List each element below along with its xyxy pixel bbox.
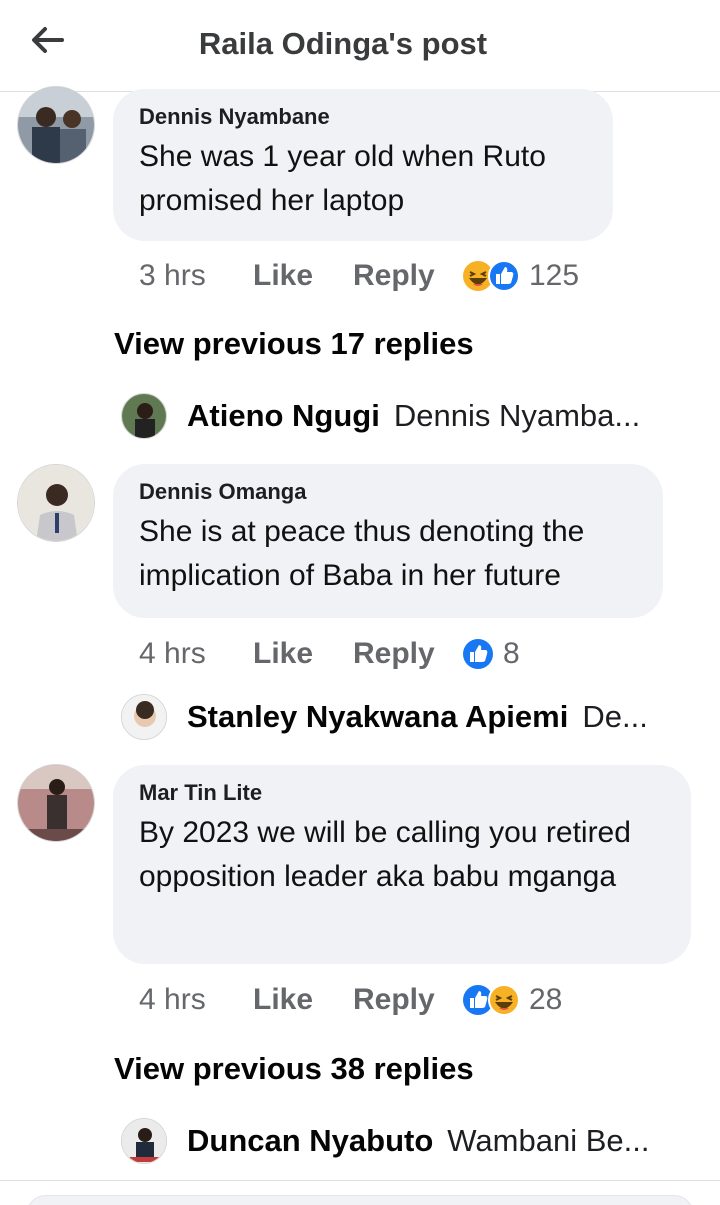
- comment-time[interactable]: 4 hrs: [139, 983, 253, 1017]
- reaction-icons[interactable]: [461, 983, 521, 1017]
- comment-time[interactable]: 3 hrs: [139, 259, 253, 293]
- reply-button[interactable]: Reply: [353, 259, 461, 293]
- reply-author[interactable]: Stanley Nyakwana Apiemi: [187, 699, 568, 735]
- like-button[interactable]: Like: [253, 259, 353, 293]
- like-button[interactable]: Like: [253, 983, 353, 1017]
- comment-composer-bar: [0, 1180, 720, 1205]
- comment-author[interactable]: Mar Tin Lite: [139, 779, 665, 807]
- comment-actions: 3 hrs Like Reply 125: [139, 256, 579, 296]
- reaction-count[interactable]: 8: [503, 637, 520, 671]
- comment-actions: 4 hrs Like Reply 8: [139, 634, 520, 674]
- view-previous-replies[interactable]: View previous 17 replies: [114, 326, 474, 362]
- avatar[interactable]: [121, 694, 167, 740]
- top-bar: Raila Odinga's post: [0, 0, 720, 92]
- page-title: Raila Odinga's post: [198, 26, 488, 61]
- reply-snippet: Wambani Be...: [447, 1123, 650, 1158]
- like-reaction-icon: [463, 639, 493, 669]
- like-button[interactable]: Like: [253, 637, 353, 671]
- reply-preview[interactable]: Atieno Ngugi Dennis Nyamba...: [121, 391, 640, 441]
- avatar[interactable]: [17, 86, 95, 164]
- reply-preview[interactable]: Duncan Nyabuto Wambani Be...: [121, 1116, 649, 1166]
- comment-text: She was 1 year old when Ruto promised he…: [139, 140, 546, 217]
- avatar[interactable]: [17, 464, 95, 542]
- comment-time[interactable]: 4 hrs: [139, 637, 253, 671]
- comment-bubble: Dennis Nyambane She was 1 year old when …: [113, 89, 613, 241]
- reply-snippet: De...: [582, 699, 648, 734]
- view-previous-replies[interactable]: View previous 38 replies: [114, 1051, 474, 1087]
- comment-bubble: Mar Tin Lite By 2023 we will be calling …: [113, 765, 691, 964]
- avatar[interactable]: [17, 764, 95, 842]
- avatar[interactable]: [121, 393, 167, 439]
- reply-author[interactable]: Atieno Ngugi: [187, 398, 380, 434]
- haha-reaction-icon: [488, 984, 520, 1016]
- reply-author[interactable]: Duncan Nyabuto: [187, 1123, 433, 1159]
- comment-actions: 4 hrs Like Reply 28: [139, 980, 562, 1020]
- comment-text: By 2023 we will be calling you retired o…: [139, 816, 631, 893]
- avatar[interactable]: [121, 1118, 167, 1164]
- reaction-count[interactable]: 28: [529, 983, 562, 1017]
- reply-button[interactable]: Reply: [353, 983, 461, 1017]
- comment-author[interactable]: Dennis Nyambane: [139, 103, 587, 131]
- like-reaction-icon: [488, 260, 520, 292]
- reply-button[interactable]: Reply: [353, 637, 461, 671]
- reaction-icons[interactable]: [461, 259, 521, 293]
- comment-bubble: Dennis Omanga She is at peace thus denot…: [113, 464, 663, 618]
- comment-text: She is at peace thus denoting the implic…: [139, 515, 585, 592]
- comment-author[interactable]: Dennis Omanga: [139, 478, 637, 506]
- comment-input[interactable]: [26, 1195, 694, 1205]
- reply-preview[interactable]: Stanley Nyakwana Apiemi De...: [121, 692, 648, 742]
- reaction-icons[interactable]: [461, 637, 495, 671]
- reaction-count[interactable]: 125: [529, 259, 579, 293]
- reply-snippet: Dennis Nyamba...: [393, 398, 641, 433]
